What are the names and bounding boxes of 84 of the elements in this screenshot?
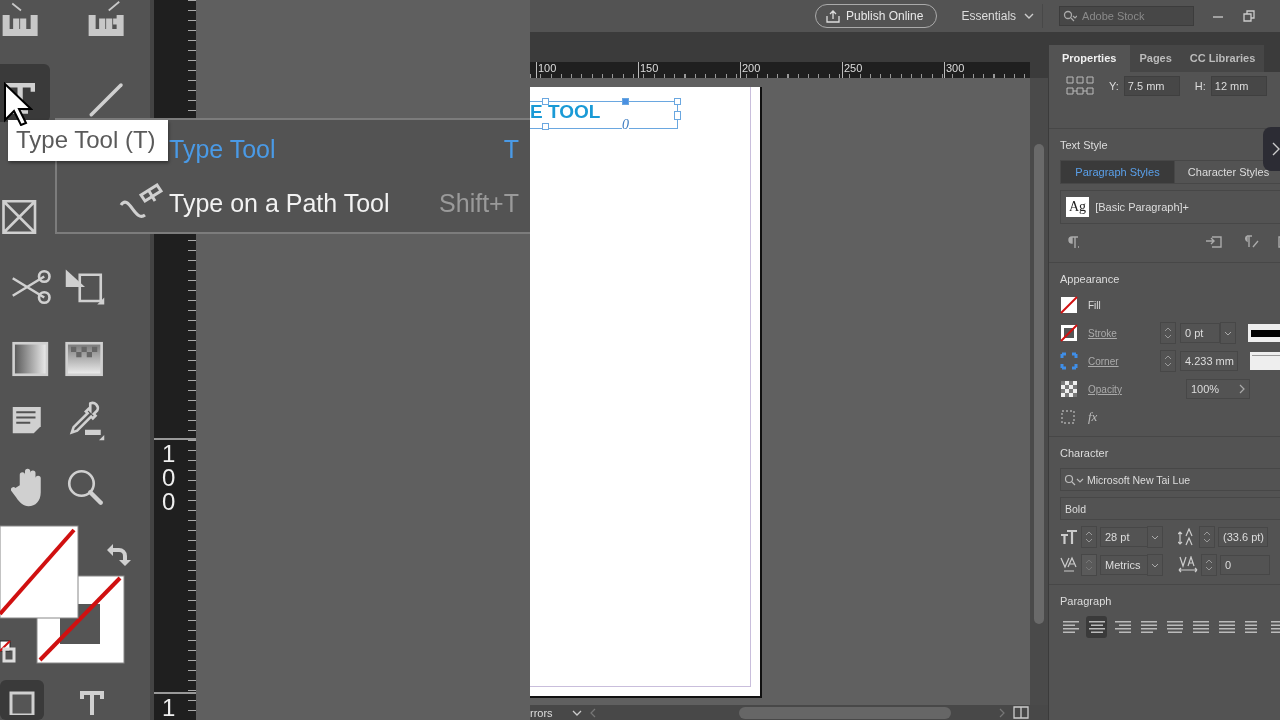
stepper-icon[interactable]	[1081, 526, 1097, 548]
leading-field[interactable]: (33.6 pt)	[1218, 527, 1268, 547]
split-view-icon[interactable]	[1013, 706, 1029, 719]
scroll-right-icon[interactable]	[999, 707, 1005, 718]
panel-tab[interactable]: Properties	[1049, 45, 1131, 72]
frame-options-icon[interactable]	[1060, 409, 1076, 425]
upload-icon	[826, 9, 840, 23]
opacity-icon[interactable]	[1060, 380, 1078, 398]
frame-text: E TOOL	[530, 102, 601, 122]
reference-point-icon[interactable]	[1066, 76, 1094, 96]
resize-handle[interactable]	[674, 98, 681, 105]
stepper-icon[interactable]	[1199, 526, 1215, 548]
vertical-scrollbar[interactable]	[1030, 78, 1048, 705]
stepper-icon[interactable]	[1160, 322, 1176, 344]
font-size-icon	[1060, 529, 1078, 545]
stepper-icon[interactable]	[1081, 554, 1097, 576]
effects-button[interactable]: fx	[1088, 409, 1098, 425]
height-field[interactable]: 12 mm	[1210, 76, 1267, 96]
stroke-field[interactable]: 0 pt	[1180, 323, 1220, 343]
corner-shape-swatch[interactable]	[1250, 352, 1280, 370]
align-lines-icon	[1114, 620, 1131, 634]
fill-icon[interactable]	[1060, 296, 1078, 314]
style-preview: Ag	[1066, 197, 1090, 217]
chevron-down-icon	[1024, 13, 1035, 19]
font-family-field[interactable]: Microsoft New Tai Lue	[1060, 468, 1280, 491]
stroke-style-swatch[interactable]	[1248, 324, 1280, 342]
out-port-handle[interactable]	[674, 111, 681, 120]
font-size-field[interactable]: 28 pt	[1100, 527, 1148, 547]
panel-tab[interactable]: Pages	[1130, 45, 1181, 72]
tracking-field[interactable]: 0	[1220, 555, 1270, 575]
search-icon	[1063, 10, 1078, 22]
kerning-icon	[1060, 556, 1078, 574]
align-lines-icon	[1192, 620, 1209, 634]
corner-icon[interactable]	[1060, 352, 1078, 370]
section-title: Text Style	[1060, 139, 1108, 153]
tracking-icon	[1178, 556, 1198, 574]
align-lines-icon	[1140, 620, 1157, 634]
align-lines-icon	[1062, 620, 1079, 634]
stepper-icon[interactable]	[1201, 554, 1217, 576]
corner-label[interactable]: Corner	[1088, 355, 1156, 367]
chevron-right-icon[interactable]	[1239, 384, 1245, 394]
resize-handle[interactable]	[542, 123, 549, 130]
restore-icon[interactable]	[1242, 9, 1257, 23]
chevron-right-icon	[1272, 142, 1280, 156]
opacity-field[interactable]: 100%	[1186, 379, 1250, 399]
menu-item[interactable]: Type on a Path Tool Shift+T	[57, 183, 530, 223]
pointer-cursor-icon	[3, 82, 33, 126]
ruler-label: 1	[162, 696, 176, 720]
scroll-left-icon[interactable]	[590, 707, 596, 718]
ruler-label: 100	[162, 442, 177, 514]
y-field[interactable]: 7.5 mm	[1123, 76, 1180, 96]
h-label: H:	[1194, 80, 1206, 92]
section-title: Appearance	[1060, 273, 1120, 287]
section-title: Paragraph	[1060, 595, 1112, 609]
stroke-label[interactable]: Stroke	[1088, 327, 1156, 339]
font-style-field[interactable]: Bold	[1060, 497, 1280, 520]
stroke-icon[interactable]	[1060, 324, 1078, 342]
tooltip: Type Tool (T)	[8, 120, 168, 161]
load-styles-icon[interactable]	[1205, 234, 1223, 250]
workspace-dropdown[interactable]: Essentials	[959, 4, 1044, 28]
section-title: Character	[1060, 447, 1109, 461]
align-lines-icon	[1218, 620, 1235, 634]
view-mode-button[interactable]	[0, 680, 44, 720]
y-label: Y:	[1109, 80, 1119, 92]
text-frame[interactable]: E TOOL 0	[530, 101, 678, 129]
resize-handle[interactable]	[622, 98, 629, 105]
align-lines-icon	[1166, 620, 1183, 634]
style-tab[interactable]: Paragraph Styles	[1061, 161, 1174, 183]
pilcrow-icon[interactable]	[1066, 235, 1080, 249]
opacity-label[interactable]: Opacity	[1088, 383, 1156, 395]
search-field[interactable]: Adobe Stock	[1059, 6, 1195, 26]
align-button[interactable]	[1086, 616, 1107, 638]
frame-marker: 0	[622, 118, 629, 132]
resize-handle[interactable]	[542, 98, 549, 105]
align-lines-icon	[1088, 620, 1105, 634]
corner-field[interactable]: 4.233 mm	[1180, 351, 1238, 371]
horizontal-scrollbar[interactable]	[739, 706, 951, 719]
paragraph-style-dropdown[interactable]: Ag [Basic Paragraph]+	[1060, 190, 1280, 224]
preflight-status[interactable]: rrors	[530, 706, 564, 719]
stepper-icon[interactable]	[1160, 350, 1176, 372]
fill-label: Fill	[1088, 299, 1102, 311]
panel-tab[interactable]: CC Libraries	[1180, 45, 1265, 72]
search-icon	[1064, 473, 1084, 486]
kerning-field[interactable]: Metrics	[1100, 555, 1148, 575]
